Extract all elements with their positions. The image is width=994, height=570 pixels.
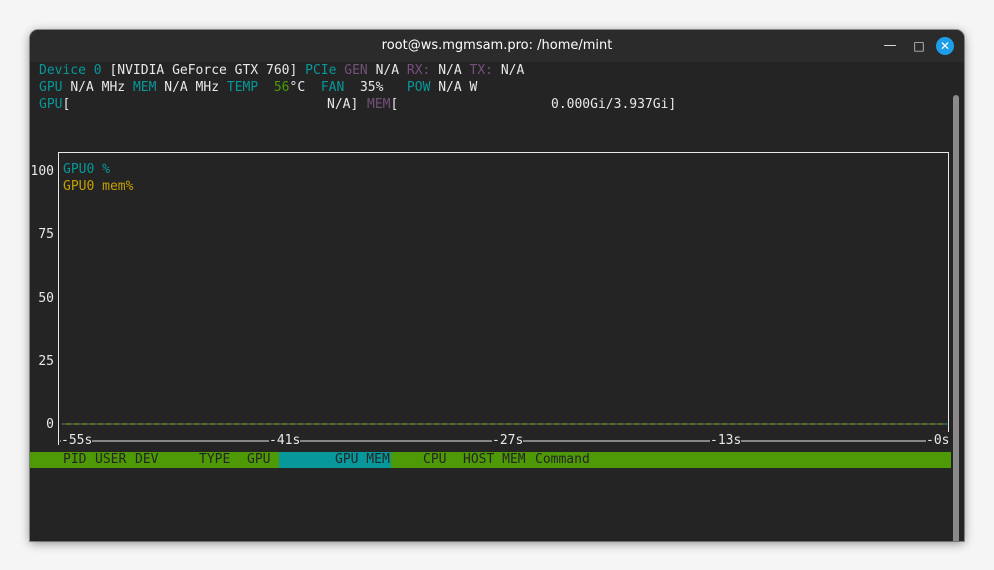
column-header[interactable]: CPU <box>423 452 446 468</box>
column-header[interactable]: GPU <box>247 452 270 468</box>
close-icon[interactable]: ✕ <box>936 37 954 55</box>
scrollbar[interactable] <box>953 95 959 541</box>
column-header[interactable]: HOST MEM <box>463 452 526 468</box>
x-tick-label: -0s <box>926 432 950 449</box>
chart-lines <box>60 423 947 442</box>
terminal-window: root@ws.mgmsam.pro: /home/mint — □ ✕ Dev… <box>30 30 964 541</box>
column-header[interactable]: DEV <box>135 452 158 468</box>
minimize-icon[interactable]: — <box>881 37 899 55</box>
column-header[interactable]: GPU MEM <box>335 452 390 468</box>
column-header[interactable]: TYPE <box>199 452 230 468</box>
column-header[interactable]: PID <box>63 452 86 468</box>
column-header[interactable]: USER <box>95 452 126 468</box>
terminal-content[interactable]: Device 0 [NVIDIA GeForce GTX 760] PCIe G… <box>30 62 964 541</box>
maximize-icon[interactable]: □ <box>910 37 928 55</box>
x-tick-label: -27s <box>492 432 524 449</box>
column-header[interactable]: Command <box>535 452 590 468</box>
x-tick-label: -13s <box>710 432 742 449</box>
x-tick-label: -41s <box>269 432 301 449</box>
process-table-header[interactable]: PID USER DEV TYPE GPU GPU MEM CPU HOST MEM Comma… <box>30 452 951 468</box>
x-tick-label: -55s <box>61 432 93 449</box>
title-bar: root@ws.mgmsam.pro: /home/mint — □ ✕ <box>30 30 964 62</box>
window-title: root@ws.mgmsam.pro: /home/mint <box>381 38 613 53</box>
